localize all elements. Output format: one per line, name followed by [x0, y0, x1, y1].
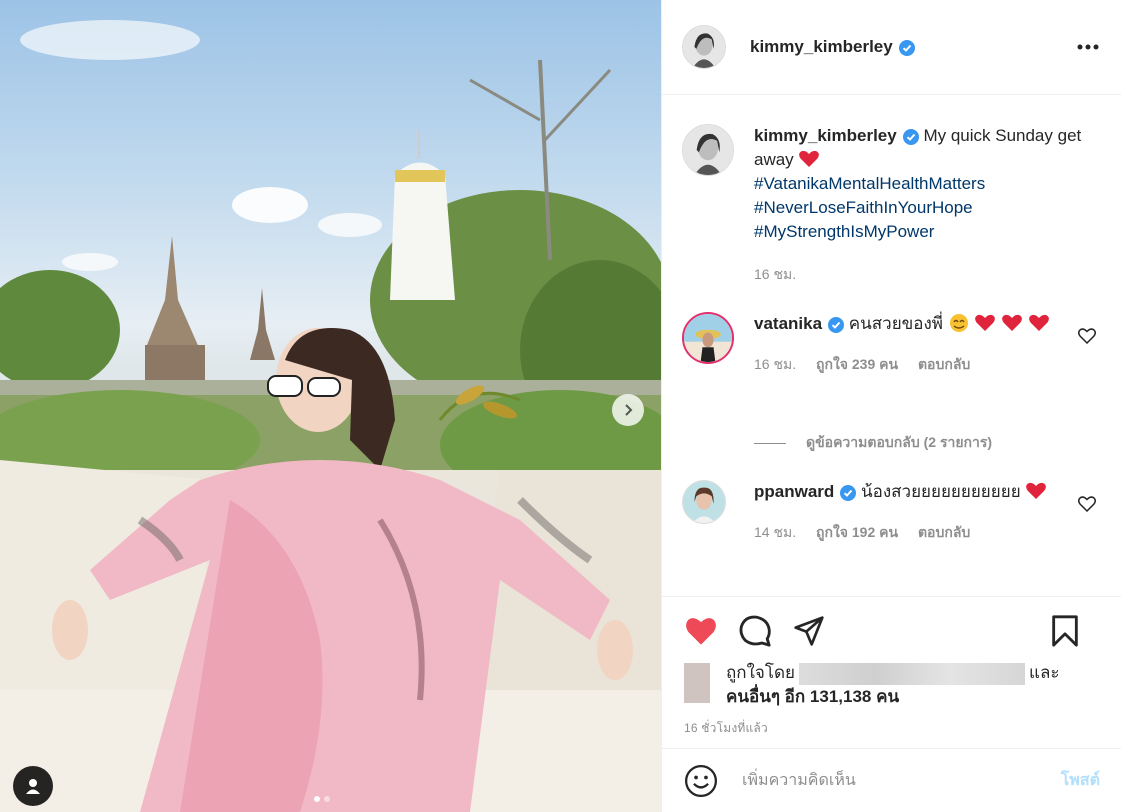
red-heart-emoji-icon — [975, 314, 996, 331]
caption-avatar-image — [683, 125, 733, 175]
red-heart-emoji-icon — [1026, 482, 1047, 499]
caption-username[interactable]: kimmy_kimberley — [754, 126, 897, 145]
post-photo[interactable] — [0, 0, 661, 812]
carousel-dot-active — [314, 796, 320, 802]
commenter-avatar[interactable] — [682, 480, 726, 524]
verified-icon — [828, 316, 845, 333]
comment-likes[interactable]: ถูกใจ 239 คน — [816, 356, 898, 372]
verified-icon — [898, 39, 915, 56]
liker-name-blurred[interactable] — [798, 662, 1025, 685]
author-username[interactable]: kimmy_kimberley — [750, 37, 915, 57]
carousel-dot — [324, 796, 330, 802]
next-arrow-icon — [625, 404, 633, 416]
caption-avatar[interactable] — [682, 124, 734, 176]
caption-body: kimmy_kimberley My quick Sunday get away… — [754, 124, 1102, 286]
share-icon — [794, 616, 824, 646]
post-comment-button[interactable]: โพสต์ — [1061, 768, 1100, 793]
user-tag-icon — [26, 779, 40, 794]
like-button[interactable] — [684, 616, 718, 646]
likes-summary: ถูกใจโดย และ คนอื่นๆ อีก 131,138 คน — [684, 661, 1100, 709]
author-avatar[interactable] — [682, 25, 726, 69]
verified-icon — [840, 484, 857, 501]
save-icon — [1052, 615, 1078, 647]
add-comment-bar: เพิ่มความคิดเห็น โพสต์ — [662, 748, 1121, 812]
user-tag-button[interactable] — [13, 766, 53, 806]
red-heart-emoji-icon — [799, 150, 820, 167]
comment-username[interactable]: ppanward — [754, 482, 834, 501]
next-photo-button[interactable] — [612, 394, 644, 426]
comment-time[interactable]: 16 ชม. — [754, 356, 796, 372]
comment-body: vatanika คนสวยของพี่ 16 ชม. ถูกใจ 239 คน… — [754, 312, 1102, 376]
likes-prefix: ถูกใจโดย — [726, 663, 795, 682]
red-heart-emoji-icon — [1029, 314, 1049, 331]
comment-body: ppanward น้องสวยยยยยยยยยยย 14 ชม. ถูกใจ … — [754, 480, 1102, 544]
view-replies-text[interactable]: ดูข้อความตอบกลับ (2 รายการ) — [806, 432, 992, 454]
post-side-panel: kimmy_kimberley kimmy_kimberley My quick… — [661, 0, 1121, 812]
more-icon[interactable] — [1077, 44, 1099, 50]
hashtag[interactable]: #VatanikaMentalHealthMatters — [754, 172, 1102, 196]
photo-scene — [0, 20, 661, 812]
comment-time[interactable]: 14 ชม. — [754, 524, 796, 540]
heart-icon — [686, 618, 716, 645]
comment-text: คนสวยของพี่ — [848, 314, 943, 333]
emoji-icon[interactable] — [684, 764, 718, 798]
verified-icon — [902, 128, 919, 145]
liker-avatar[interactable] — [684, 663, 710, 703]
author-username-text[interactable]: kimmy_kimberley — [750, 37, 893, 56]
carousel-dots — [314, 796, 330, 802]
hashtag[interactable]: #MyStrengthIsMyPower — [754, 220, 1102, 244]
comment-item: ppanward น้องสวยยยยยยยยยยย 14 ชม. ถูกใจ … — [682, 480, 1102, 544]
hashtag[interactable]: #NeverLoseFaithInYourHope — [754, 196, 1102, 220]
view-replies-button[interactable]: ดูข้อความตอบกลับ (2 รายการ) — [754, 432, 992, 454]
posted-time[interactable]: 16 ชั่วโมงที่แล้ว — [684, 719, 1100, 738]
comment-meta: 16 ชม. ถูกใจ 239 คน ตอบกลับ — [754, 352, 1102, 376]
caption-time[interactable]: 16 ชม. — [754, 266, 796, 282]
comments-section: kimmy_kimberley My quick Sunday get away… — [662, 96, 1121, 596]
red-heart-emoji-icon — [1002, 314, 1023, 331]
comment-item: vatanika คนสวยของพี่ 16 ชม. ถูกใจ 239 คน… — [682, 312, 1102, 376]
save-button[interactable] — [1050, 614, 1080, 648]
post-actions: ถูกใจโดย และ คนอื่นๆ อีก 131,138 คน 16 ชั… — [662, 596, 1121, 738]
comment-like-heart-icon[interactable] — [1078, 496, 1096, 512]
post-header: kimmy_kimberley — [662, 0, 1121, 95]
instagram-post-view: kimmy_kimberley kimmy_kimberley My quick… — [0, 0, 1121, 812]
comment-meta: 14 ชม. ถูกใจ 192 คน ตอบกลับ — [754, 520, 1102, 544]
share-button[interactable] — [792, 615, 826, 647]
comment-likes[interactable]: ถูกใจ 192 คน — [816, 524, 898, 540]
commenter-avatar-image — [684, 314, 732, 362]
comment-button[interactable] — [738, 614, 772, 648]
comment-icon — [739, 615, 771, 647]
author-avatar-image — [683, 26, 725, 68]
comment-text: น้องสวยยยยยยยยยยย — [861, 482, 1021, 501]
view-replies-line — [754, 442, 786, 444]
commenter-avatar-image — [683, 481, 725, 523]
comment-input[interactable]: เพิ่มความคิดเห็น — [742, 768, 1061, 793]
likes-suffix: และ — [1028, 663, 1060, 682]
commenter-avatar[interactable] — [682, 312, 734, 364]
likes-others[interactable]: คนอื่นๆ อีก 131,138 คน — [726, 687, 899, 706]
comment-username[interactable]: vatanika — [754, 314, 822, 333]
hugging-face-emoji-icon — [949, 314, 968, 332]
likes-text: ถูกใจโดย และ คนอื่นๆ อีก 131,138 คน — [726, 661, 1060, 709]
action-icons — [684, 613, 1100, 649]
comment-like-heart-icon[interactable] — [1078, 328, 1096, 344]
caption: kimmy_kimberley My quick Sunday get away… — [682, 124, 1102, 286]
reply-button[interactable]: ตอบกลับ — [918, 524, 970, 540]
caption-meta: 16 ชม. — [754, 262, 1102, 286]
reply-button[interactable]: ตอบกลับ — [918, 356, 970, 372]
